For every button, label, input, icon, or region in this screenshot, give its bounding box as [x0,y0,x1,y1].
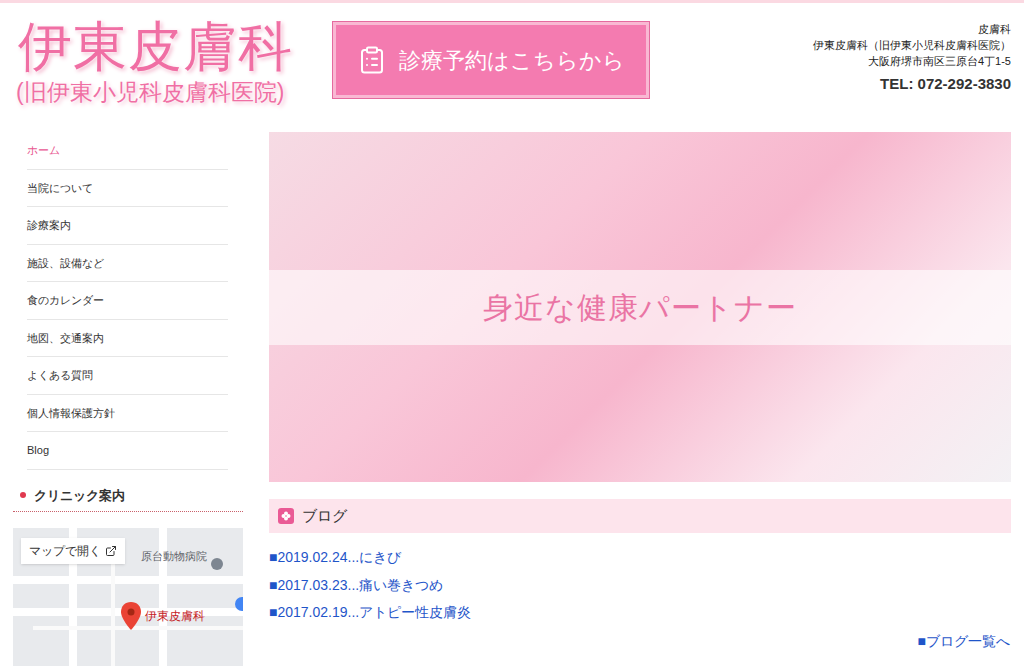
blog-list: ■2019.02.24...にきび■2017.03.23...痛い巻きつめ■20… [269,544,1011,627]
sidebar: ホーム当院について診療案内施設、設備など食のカレンダー地図、交通案内よくある質問… [13,132,243,666]
reserve-button[interactable]: 診療予約はこちらから [333,22,649,98]
hero-band: 身近な健康パートナー [269,270,1011,345]
hero: 身近な健康パートナー [269,132,1011,482]
nav-item[interactable]: 食のカレンダー [27,282,228,320]
blog-entry[interactable]: ■2019.02.24...にきび [269,544,1011,572]
map-poi: 原台動物病院 [141,548,207,565]
info-line: 大阪府堺市南区三原台4丁1-5 [868,53,1011,69]
tel[interactable]: TEL: 072-292-3830 [880,73,1011,95]
nav-menu: ホーム当院について診療案内施設、設備など食のカレンダー地図、交通案内よくある質問… [27,132,228,470]
logo-title: 伊東皮膚科 [18,15,293,77]
nav-item[interactable]: 個人情報保護方針 [27,395,228,433]
main: 身近な健康パートナーブログ ■2019.02.24...にきび■2017.03.2… [269,132,1011,666]
nav-item[interactable]: 当院について [27,170,228,208]
blog-entry[interactable]: ■2017.02.19...アトピー性皮膚炎 [269,599,1011,627]
blog-entry[interactable]: ■2017.03.23...痛い巻きつめ [269,572,1011,600]
nav-item[interactable]: 施設、設備など [27,245,228,283]
map-open-button[interactable]: マップで開く [21,538,125,564]
hero-caption: 身近な健康パートナー [483,285,797,330]
pin-icon [121,602,141,630]
clipboard-icon [357,45,387,75]
map[interactable]: マップで開く原台動物病院伊東皮膚科 [13,528,243,666]
nav-item[interactable]: 診療案内 [27,207,228,245]
dot-icon [20,492,26,498]
logo-subtitle: (旧伊東小児科皮膚科医院) [16,77,293,107]
header: 伊東皮膚科(旧伊東小児科皮膚科医院)診療予約はこちらから皮膚科伊東皮膚科（旧伊東… [0,3,1024,128]
clinic-heading: クリニック案内 [13,486,243,513]
flower-icon [278,508,294,524]
external-link-icon [105,545,117,557]
info-line: 伊東皮膚科（旧伊東小児科皮膚科医院） [813,37,1011,53]
page: 伊東皮膚科(旧伊東小児科皮膚科医院)診療予約はこちらから皮膚科伊東皮膚科（旧伊東… [0,0,1024,666]
blog-heading: ブログ [269,499,1011,533]
map-pin[interactable]: 伊東皮膚科 [121,602,205,630]
logo[interactable]: 伊東皮膚科(旧伊東小児科皮膚科医院) [18,15,293,107]
nav-item[interactable]: 地図、交通案内 [27,320,228,358]
info-line: 皮膚科 [978,21,1011,37]
blog-more-link[interactable]: ■ブログ一覧へ [918,631,1010,652]
body: ホーム当院について診療案内施設、設備など食のカレンダー地図、交通案内よくある質問… [0,128,1024,666]
nav-item[interactable]: ホーム [27,132,228,170]
clinic-info: 皮膚科伊東皮膚科（旧伊東小児科皮膚科医院）大阪府堺市南区三原台4丁1-5 TEL:… [649,15,1011,95]
nav-item[interactable]: Blog [27,432,228,470]
nav-item[interactable]: よくある質問 [27,357,228,395]
